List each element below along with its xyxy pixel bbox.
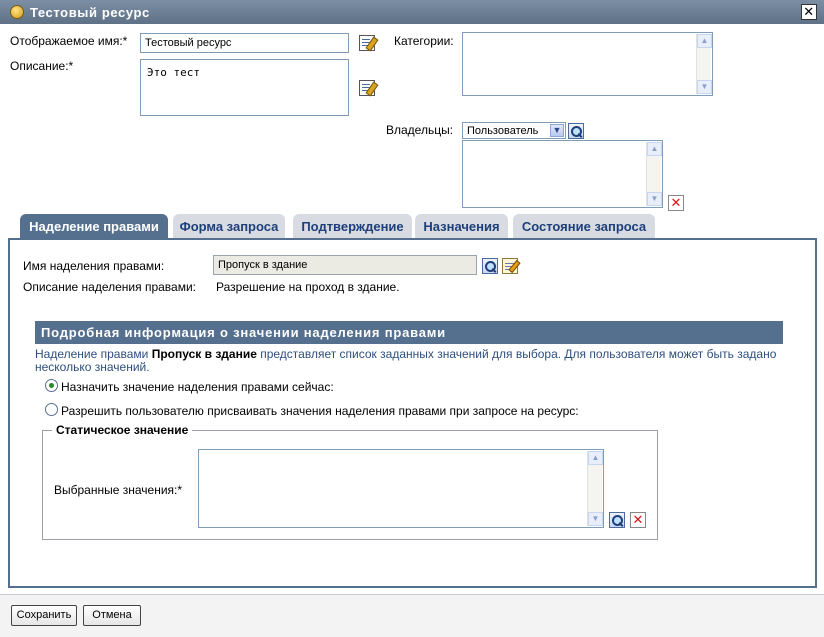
display-name-input[interactable]: Тестовый ресурс [140,33,349,53]
localize-edit-icon[interactable] [359,35,375,51]
search-icon[interactable] [609,512,625,528]
window-title: Тестовый ресурс [30,5,150,20]
search-icon[interactable] [568,123,584,139]
remove-icon[interactable]: ✕ [630,512,646,528]
assign-now-radio[interactable] [45,379,58,392]
tab-assignments[interactable]: Назначения [415,214,508,239]
details-intro: Наделение правами Пропуск в здание предс… [35,348,780,374]
selected-values-scrollbar[interactable]: ▲ ▼ [587,451,603,526]
search-icon[interactable] [482,258,498,274]
allow-user-label: Разрешить пользователю присваивать значе… [61,404,579,418]
chevron-down-icon[interactable]: ▼ [550,124,564,137]
localize-edit-icon[interactable] [359,80,375,96]
entitlement-desc-label: Описание наделения правами: [23,280,197,294]
tab-request-form[interactable]: Форма запроса [173,214,285,239]
owners-type-selected: Пользователь [467,125,539,137]
scroll-down-icon[interactable]: ▼ [588,512,603,526]
details-intro-entitlement: Пропуск в здание [151,347,257,361]
scroll-down-icon[interactable]: ▼ [647,192,662,206]
entitlement-name-field: Пропуск в здание [213,255,477,275]
owners-type-select[interactable]: Пользователь ▼ [462,122,566,139]
save-button[interactable]: Сохранить [11,605,77,626]
scroll-up-icon[interactable]: ▲ [588,451,603,465]
entitlement-desc-value: Разрешение на проход в здание. [216,280,400,294]
allow-user-radio[interactable] [45,403,58,416]
description-value: Это тест [147,66,200,79]
description-textarea[interactable]: Это тест [140,59,349,116]
owners-listbox[interactable]: ▲ ▼ [462,140,663,208]
close-icon[interactable]: ✕ [801,4,817,20]
tab-request-status[interactable]: Состояние запроса [513,214,655,239]
entitlement-name-label: Имя наделения правами: [23,259,165,273]
entitlement-name-value: Пропуск в здание [218,259,308,271]
scroll-up-icon[interactable]: ▲ [647,142,662,156]
details-intro-prefix: Наделение правами [35,347,149,361]
tab-entitlements[interactable]: Наделение правами [20,214,168,239]
display-name-value: Тестовый ресурс [145,37,232,49]
scroll-down-icon[interactable]: ▼ [697,80,712,94]
cancel-button[interactable]: Отмена [83,605,141,626]
window-titlebar: Тестовый ресурс ✕ [0,0,824,24]
owners-label: Владельцы: [386,123,454,137]
static-value-legend: Статическое значение [52,423,193,437]
categories-scrollbar[interactable]: ▲ ▼ [696,34,712,94]
resource-icon [10,5,24,19]
edit-icon[interactable] [502,258,518,274]
remove-icon[interactable]: ✕ [668,195,684,211]
display-name-label: Отображаемое имя:* [10,34,128,48]
selected-values-listbox[interactable]: ▲ ▼ [198,449,604,528]
selected-values-label: Выбранные значения:* [54,483,183,497]
tab-approval[interactable]: Подтверждение [293,214,412,239]
scroll-up-icon[interactable]: ▲ [697,34,712,48]
owners-scrollbar[interactable]: ▲ ▼ [646,142,662,206]
categories-label: Категории: [394,34,454,48]
details-section-header: Подробная информация о значении наделени… [35,321,783,344]
assign-now-label: Назначить значение наделения правами сей… [61,380,334,394]
categories-listbox[interactable]: ▲ ▼ [462,32,713,96]
description-label: Описание:* [10,59,74,73]
